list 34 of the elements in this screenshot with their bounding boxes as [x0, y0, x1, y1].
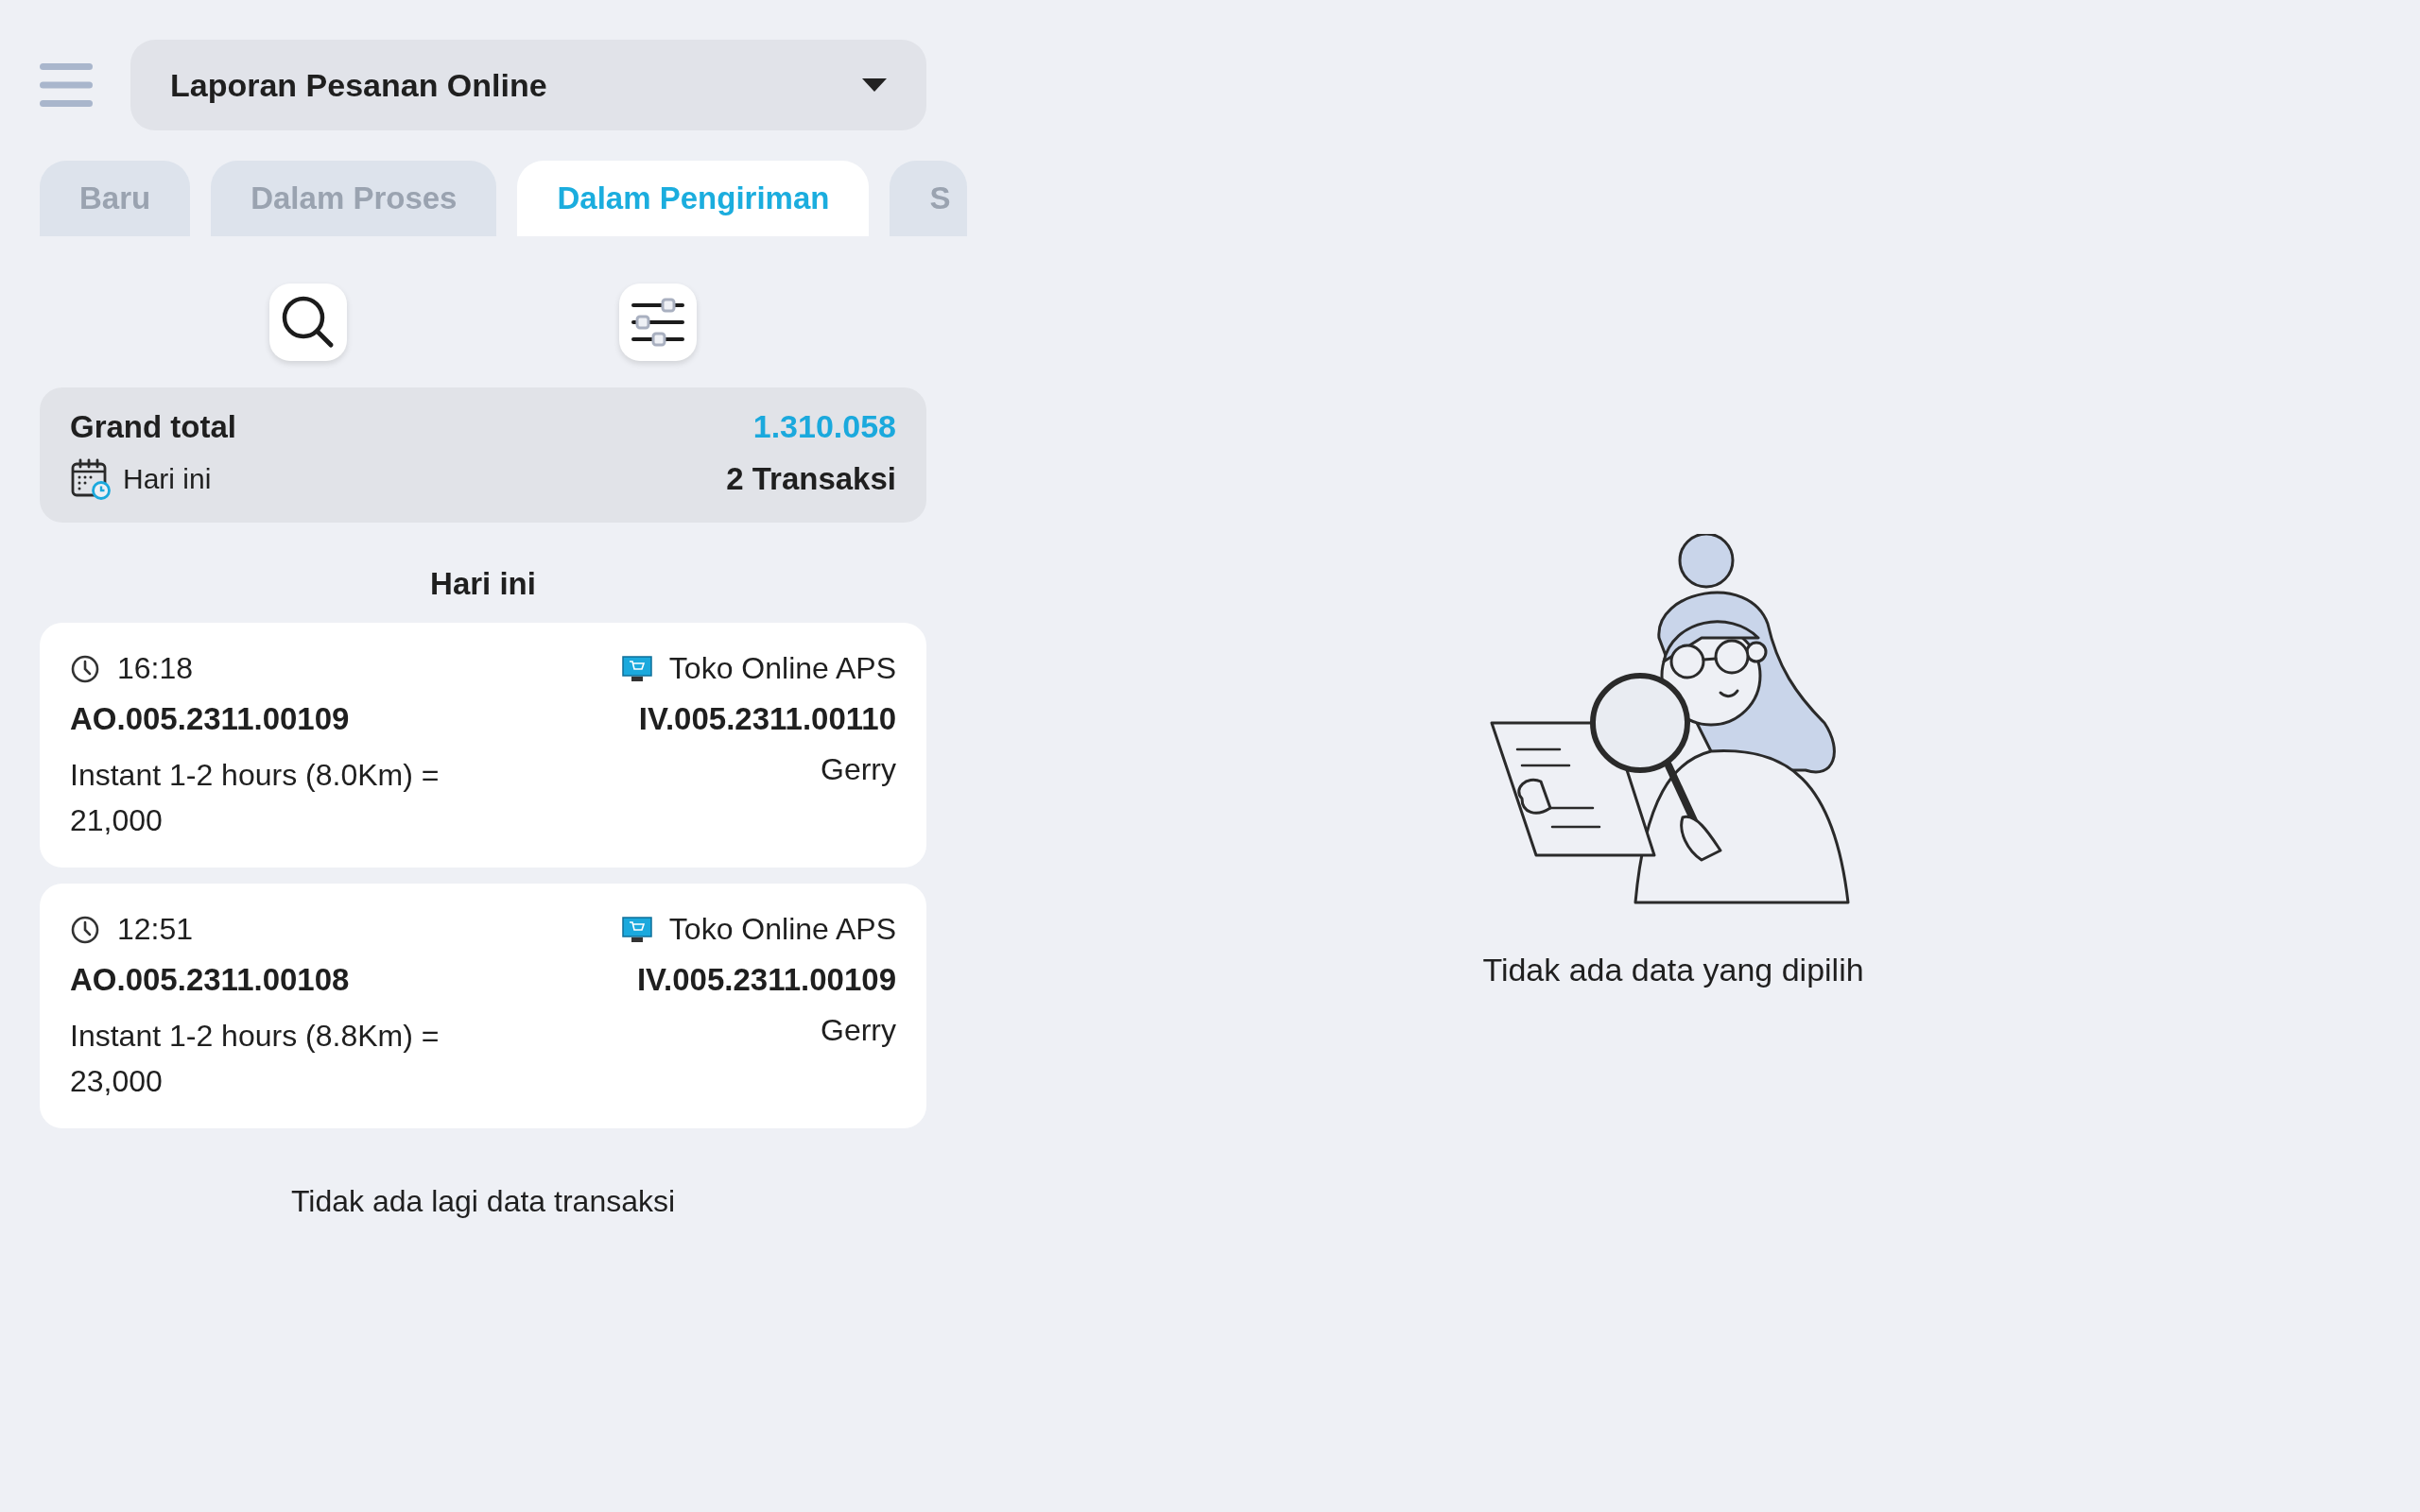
caret-icon	[862, 78, 887, 92]
store-name: Toko Online APS	[668, 651, 896, 686]
monitor-cart-icon	[621, 655, 652, 682]
filter-button[interactable]	[619, 284, 697, 361]
order-card[interactable]: 12:51 Toko Online APS AO.005.2311.00108 IV.005.2311.00109 Instant 1-2 hours (8.8Km) = 23,000 Gerry	[40, 884, 926, 1128]
courier-name: Gerry	[821, 1013, 896, 1048]
status-tab[interactable]: Dalam Proses	[211, 161, 497, 236]
shipping-info: Instant 1-2 hours (8.0Km) = 21,000	[70, 757, 441, 839]
shipping-info: Instant 1-2 hours (8.8Km) = 23,000	[70, 1018, 441, 1100]
status-tab[interactable]: S	[890, 161, 967, 236]
grand-total-label: Grand total	[70, 408, 236, 445]
courier-name: Gerry	[821, 752, 896, 787]
grand-total-amount: 1.310.058	[752, 408, 896, 445]
order-time: 12:51	[117, 912, 194, 947]
invoice-number: IV.005.2311.00109	[636, 962, 896, 998]
status-tab[interactable]: Dalam Pengiriman	[517, 161, 870, 236]
order-time: 16:18	[117, 651, 194, 686]
end-of-list-message: Tidak ada lagi data transaksi	[289, 1184, 677, 1219]
transaction-count: 2 Transaksi	[726, 461, 896, 497]
status-tab[interactable]: Baru	[40, 161, 191, 236]
calendar-icon	[70, 458, 112, 500]
clock-icon	[70, 653, 100, 684]
period-label: Hari ini	[123, 463, 212, 495]
search-button[interactable]	[269, 284, 347, 361]
empty-state-message: Tidak ada data yang dipilih	[1482, 952, 1864, 988]
monitor-cart-icon	[621, 916, 652, 943]
report-dropdown[interactable]: Laporan Pesanan Online	[130, 40, 926, 130]
store-name: Toko Online APS	[668, 912, 896, 947]
order-card[interactable]: 16:18 Toko Online APS AO.005.2311.00109 IV.005.2311.00110 Instant 1-2 hours (8.0Km) = 21,000 Gerry	[40, 623, 926, 868]
date-group-heading: Hari ini	[429, 566, 537, 602]
clock-icon	[70, 914, 100, 945]
order-number: AO.005.2311.00108	[70, 962, 350, 998]
invoice-number: IV.005.2311.00110	[638, 701, 896, 737]
order-number: AO.005.2311.00109	[70, 701, 350, 737]
